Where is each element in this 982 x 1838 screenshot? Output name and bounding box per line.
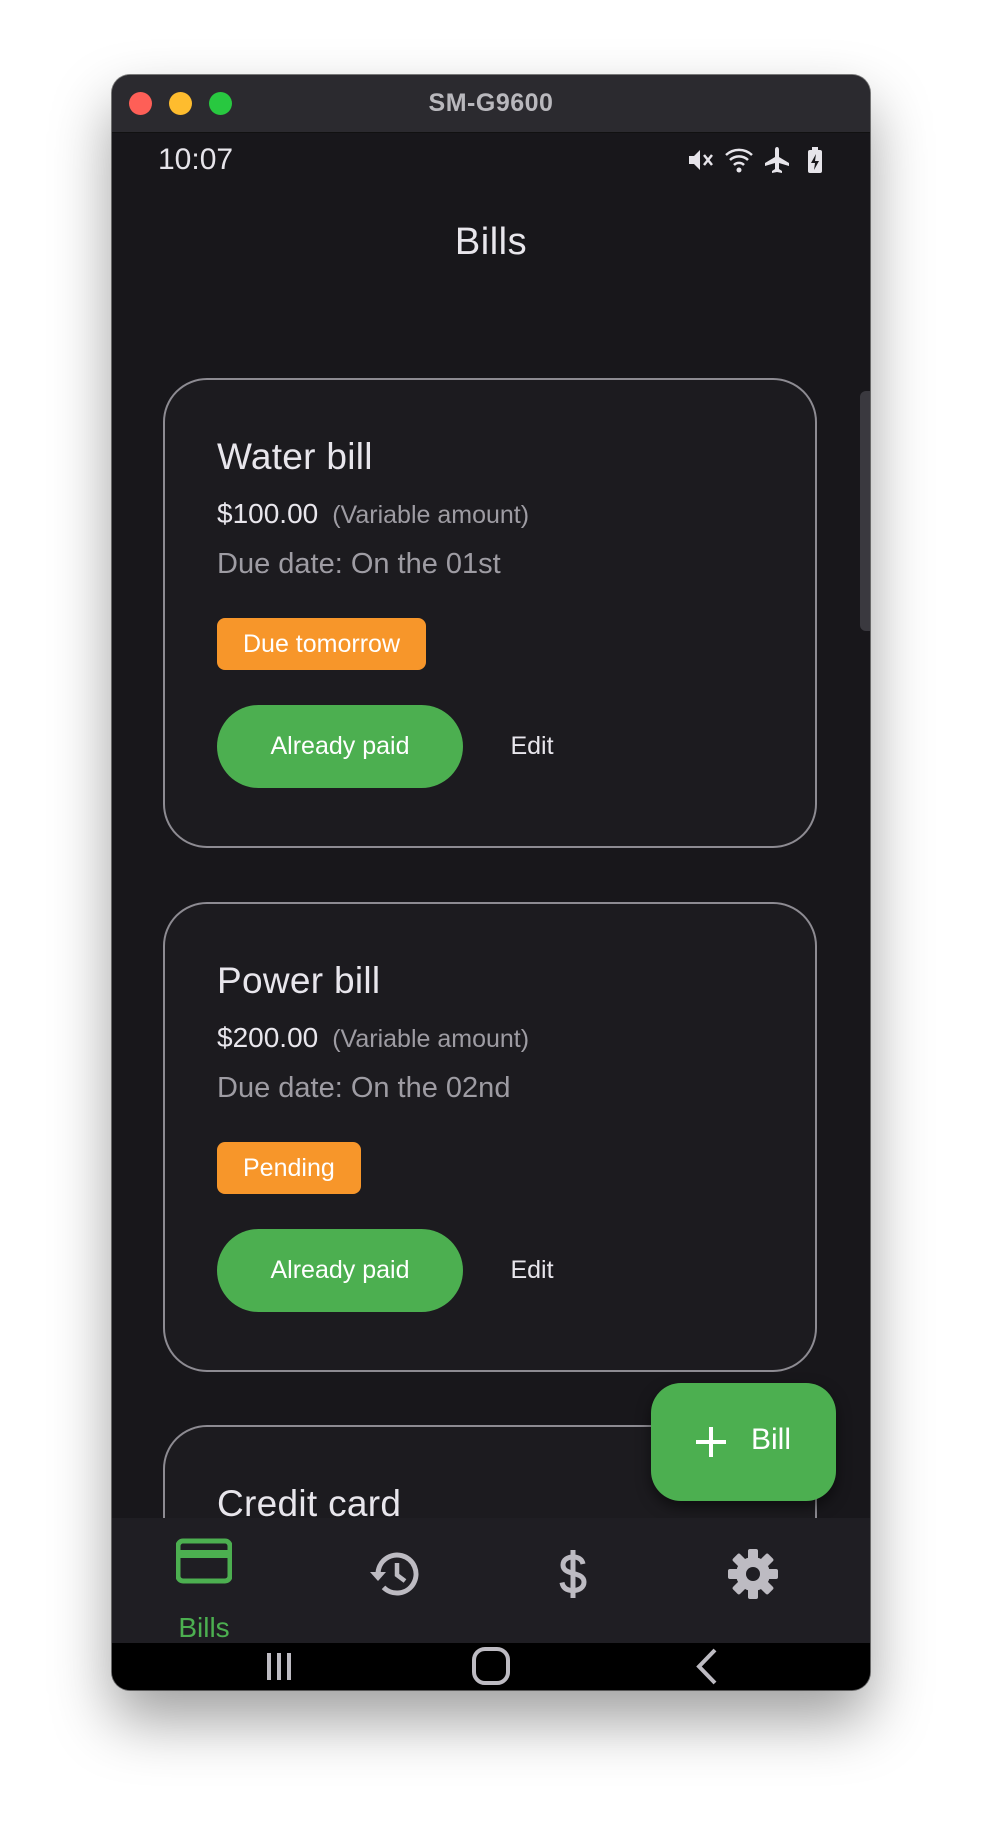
status-icons — [686, 145, 830, 175]
emulator-window: SM-G9600 10:07 Bills Water bill $100.00 … — [112, 75, 870, 1690]
bill-name: Power bill — [217, 960, 381, 1001]
back-icon[interactable] — [667, 1643, 747, 1690]
status-badge: Pending — [217, 1142, 361, 1194]
bills-list[interactable]: Water bill $100.00 (Variable amount) Due … — [112, 293, 870, 1518]
bill-amount-row: $200.00 (Variable amount) — [217, 1022, 529, 1054]
bill-due-date: Due date: On the 02nd — [217, 1072, 511, 1104]
bill-name: Water bill — [217, 436, 373, 477]
window-titlebar: SM-G9600 — [112, 75, 870, 133]
already-paid-button[interactable]: Already paid — [217, 1229, 463, 1312]
status-bar: 10:07 — [112, 133, 870, 193]
add-bill-button[interactable]: Bill — [651, 1383, 836, 1501]
nav-item-settings[interactable] — [663, 1518, 843, 1643]
history-icon — [367, 1546, 423, 1602]
bill-amount: $100.00 — [217, 498, 319, 529]
already-paid-button[interactable]: Already paid — [217, 705, 463, 788]
credit-card-icon — [175, 1533, 233, 1589]
status-badge: Due tomorrow — [217, 618, 426, 670]
window-title: SM-G9600 — [428, 89, 554, 117]
device-screen: 10:07 Bills Water bill $100.00 (Variable… — [112, 133, 870, 1690]
bill-amount: $200.00 — [217, 1022, 319, 1053]
wifi-icon — [724, 145, 754, 175]
bill-card: Water bill $100.00 (Variable amount) Due … — [163, 378, 817, 848]
mute-icon — [686, 145, 716, 175]
airplane-icon — [762, 145, 792, 175]
dollar-icon — [545, 1546, 601, 1602]
add-bill-label: Bill — [751, 1423, 792, 1456]
nav-item-payments[interactable] — [483, 1518, 663, 1643]
plus-icon — [691, 1422, 731, 1462]
battery-charging-icon — [800, 145, 830, 175]
home-icon[interactable] — [451, 1643, 531, 1690]
bill-variable-note: (Variable amount) — [332, 501, 530, 529]
nav-label-bills: Bills — [178, 1612, 230, 1643]
bill-due-date: Due date: On the 01st — [217, 548, 501, 580]
gear-icon — [725, 1546, 781, 1602]
system-navigation-bar — [112, 1643, 870, 1690]
bill-card: Power bill $200.00 (Variable amount) Due … — [163, 902, 817, 1372]
status-time: 10:07 — [158, 143, 234, 176]
page-title: Bills — [454, 221, 528, 263]
bill-variable-note: (Variable amount) — [332, 1025, 530, 1053]
edit-button[interactable]: Edit — [477, 705, 587, 788]
bill-amount-row: $100.00 (Variable amount) — [217, 498, 529, 530]
nav-item-bills[interactable]: Bills — [114, 1518, 294, 1643]
scrollbar-thumb[interactable] — [860, 391, 870, 631]
recent-apps-icon[interactable] — [239, 1643, 319, 1690]
edit-button[interactable]: Edit — [477, 1229, 587, 1312]
nav-item-history[interactable] — [305, 1518, 485, 1643]
bill-name: Credit card — [217, 1483, 402, 1518]
bottom-navigation: Bills — [112, 1518, 870, 1643]
